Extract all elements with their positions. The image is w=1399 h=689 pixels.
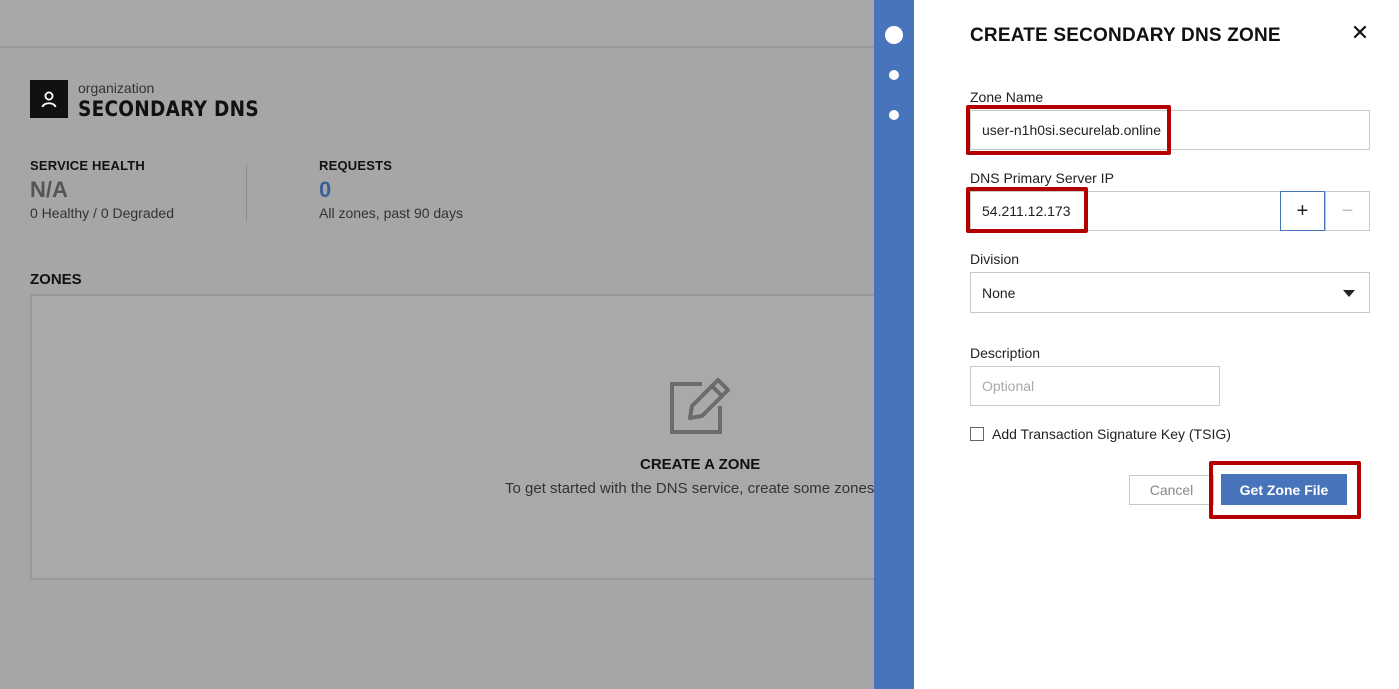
service-health-sub: 0 Healthy / 0 Degraded — [30, 205, 174, 221]
cancel-button[interactable]: Cancel — [1129, 475, 1214, 505]
primary-ip-input[interactable] — [970, 191, 1281, 231]
division-label: Division — [970, 251, 1020, 267]
zones-panel — [30, 294, 890, 580]
top-bar — [0, 0, 874, 48]
zones-heading: ZONES — [30, 271, 82, 288]
step-2-indicator[interactable] — [889, 70, 899, 80]
close-icon[interactable]: ✕ — [1350, 22, 1370, 44]
division-selected-value: None — [982, 284, 1016, 301]
add-ip-button[interactable]: + — [1280, 191, 1325, 231]
service-health-value: N/A — [30, 177, 68, 202]
description-input[interactable] — [970, 366, 1220, 406]
requests-sub: All zones, past 90 days — [319, 205, 463, 221]
user-icon — [30, 80, 68, 118]
page-title: SECONDARY DNS — [78, 97, 259, 121]
create-zone-drawer: CREATE SECONDARY DNS ZONE ✕ Zone Name DN… — [914, 0, 1399, 689]
service-health-label: SERVICE HEALTH — [30, 158, 146, 173]
division-select[interactable]: None — [970, 272, 1370, 313]
step-3-indicator[interactable] — [889, 110, 899, 120]
requests-stat: REQUESTS 0 All zones, past 90 days — [319, 158, 463, 221]
empty-state-title: CREATE A ZONE — [640, 456, 761, 473]
get-zone-file-button[interactable]: Get Zone File — [1221, 474, 1347, 505]
chevron-down-icon — [1343, 290, 1355, 297]
stat-divider — [246, 165, 247, 221]
wizard-stepper — [874, 0, 914, 689]
remove-ip-button[interactable]: − — [1325, 191, 1370, 231]
org-subtitle: organization — [78, 80, 155, 96]
tsig-checkbox[interactable] — [970, 427, 984, 441]
drawer-title: CREATE SECONDARY DNS ZONE — [970, 25, 1281, 46]
zone-name-input[interactable] — [970, 110, 1370, 150]
requests-value: 0 — [319, 177, 332, 202]
primary-ip-label: DNS Primary Server IP — [970, 170, 1114, 186]
empty-state-text: To get started with the DNS service, cre… — [505, 480, 874, 497]
edit-icon — [670, 378, 730, 434]
tsig-option[interactable]: Add Transaction Signature Key (TSIG) — [970, 426, 1231, 442]
tsig-label: Add Transaction Signature Key (TSIG) — [992, 426, 1231, 442]
service-health-stat: SERVICE HEALTH N/A 0 Healthy / 0 Degrade… — [30, 158, 174, 221]
step-1-indicator[interactable] — [885, 26, 903, 44]
requests-label: REQUESTS — [319, 158, 393, 173]
zone-name-label: Zone Name — [970, 89, 1044, 105]
description-label: Description — [970, 345, 1041, 361]
